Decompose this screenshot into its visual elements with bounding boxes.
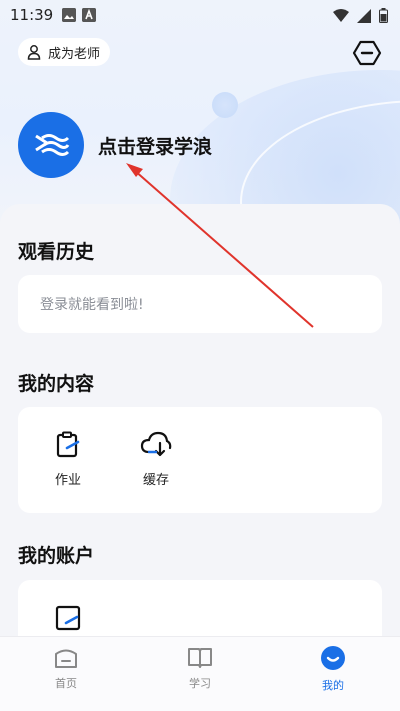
- my-content-card: 作业 缓存: [18, 407, 382, 513]
- cloud-download-icon: [140, 431, 172, 457]
- bottom-tab-bar: 首页 学习 我的: [0, 636, 400, 711]
- status-bar: 11:39: [0, 0, 400, 32]
- login-prompt[interactable]: 点击登录学浪: [98, 132, 212, 159]
- history-empty-text: 登录就能看到啦!: [40, 297, 144, 313]
- image-notification-icon: [62, 8, 76, 22]
- settings-hexagon-icon: [352, 40, 382, 66]
- app-notification-icon: [82, 8, 96, 22]
- my-content-section-title: 我的内容: [18, 373, 95, 395]
- homework-tile[interactable]: 作业: [38, 431, 98, 488]
- tab-mine-label: 我的: [322, 679, 344, 692]
- homework-icon: [56, 431, 80, 458]
- my-account-section-title: 我的账户: [18, 545, 95, 567]
- status-time: 11:39: [10, 6, 54, 24]
- become-teacher-label: 成为老师: [48, 46, 101, 62]
- home-icon: [55, 649, 77, 668]
- history-card[interactable]: 登录就能看到啦!: [18, 275, 382, 333]
- notification-icons: [62, 8, 96, 22]
- signal-icon: [357, 8, 371, 23]
- avatar[interactable]: [18, 112, 84, 178]
- settings-button[interactable]: [352, 38, 382, 68]
- battery-icon: [379, 8, 388, 23]
- homework-label: 作业: [54, 473, 81, 488]
- cache-tile[interactable]: 缓存: [126, 431, 186, 488]
- tab-mine[interactable]: 我的: [293, 645, 373, 693]
- profile-smile-icon: [321, 646, 345, 670]
- tab-home-label: 首页: [55, 677, 77, 690]
- history-section-title: 观看历史: [18, 241, 95, 263]
- book-icon: [188, 648, 212, 668]
- wifi-icon: [333, 8, 349, 22]
- become-teacher-button[interactable]: 成为老师: [18, 38, 111, 66]
- system-icons: [333, 8, 388, 23]
- wallet-icon: [55, 605, 81, 631]
- tab-study-label: 学习: [189, 677, 211, 690]
- person-icon: [27, 45, 41, 60]
- tab-study[interactable]: 学习: [160, 645, 240, 691]
- tab-home[interactable]: 首页: [26, 645, 106, 691]
- xuelang-logo-icon: [35, 134, 70, 156]
- account-tile[interactable]: [38, 604, 98, 632]
- decorative-bubble: [212, 92, 238, 118]
- cache-label: 缓存: [142, 473, 169, 488]
